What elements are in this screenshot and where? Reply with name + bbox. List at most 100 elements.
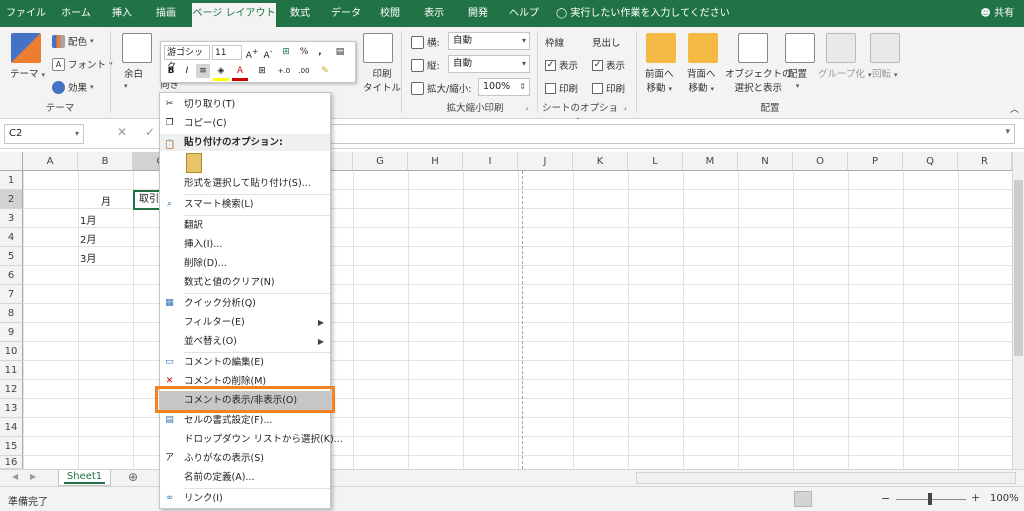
enter-icon[interactable]: ✓ <box>142 125 158 143</box>
row-header-3[interactable]: 3 <box>0 209 23 228</box>
select-all-corner[interactable] <box>0 152 23 171</box>
mini-font-size[interactable]: 11 <box>212 45 242 60</box>
width-dropdown[interactable]: 自動 ▾ <box>448 32 530 50</box>
tab-help[interactable]: ヘルプ <box>504 0 544 27</box>
vertical-scroll-thumb[interactable] <box>1014 180 1023 356</box>
page-layout-view-icon[interactable] <box>822 491 840 507</box>
menu-show-phonetic[interactable]: アふりがなの表示(S) <box>160 449 330 468</box>
merge-icon[interactable]: ▤ <box>329 45 351 59</box>
row-header-5[interactable]: 5 <box>0 247 23 266</box>
menu-quick-analysis[interactable]: ▦ クイック分析(Q) <box>160 294 330 313</box>
row-header-4[interactable]: 4 <box>0 228 23 247</box>
col-header-q[interactable]: Q <box>903 152 958 171</box>
row-header-9[interactable]: 9 <box>0 323 23 342</box>
menu-delete[interactable]: 削除(D)... <box>160 254 330 273</box>
margins-button[interactable]: 余白 ▾ <box>124 66 143 91</box>
zoom-in-icon[interactable]: + <box>971 491 980 504</box>
row-header-14[interactable]: 14 <box>0 418 23 437</box>
percent-icon[interactable]: % <box>297 45 311 59</box>
menu-paste-special[interactable]: 形式を選択して貼り付け(S)... <box>160 174 330 193</box>
menu-clear-contents[interactable]: 数式と値のクリア(N) <box>160 273 330 292</box>
fill-color-icon[interactable]: ◈ <box>213 64 229 81</box>
decrease-font-icon[interactable]: A- <box>261 45 275 63</box>
menu-translate[interactable]: 翻訳 <box>160 216 330 235</box>
print-titles-icon[interactable] <box>363 33 393 63</box>
tab-draw[interactable]: 描画 <box>148 0 184 27</box>
selection-pane-button[interactable]: オブジェクトの 選択と表示 <box>725 66 792 94</box>
increase-decimal-icon[interactable]: +.0 <box>275 64 293 78</box>
cell-b4[interactable]: 2月 <box>80 231 96 246</box>
cell-b5[interactable]: 3月 <box>80 250 96 265</box>
cancel-icon[interactable]: ✕ <box>114 125 130 143</box>
align-center-icon[interactable]: ≡ <box>196 64 210 78</box>
mini-font-name[interactable]: 游ゴシック <box>164 45 210 72</box>
selection-pane-icon[interactable] <box>738 33 768 63</box>
effects-button[interactable]: 効果 ▾ <box>52 80 94 94</box>
row-header-7[interactable]: 7 <box>0 285 23 304</box>
row-header-6[interactable]: 6 <box>0 266 23 285</box>
zoom-percentage[interactable]: 100% <box>990 493 1019 504</box>
collapse-ribbon-icon[interactable]: ︿ <box>1010 102 1019 115</box>
margins-icon[interactable] <box>122 33 152 63</box>
row-header-13[interactable]: 13 <box>0 399 23 418</box>
row-header-16[interactable]: 16 <box>0 456 23 469</box>
row-header-10[interactable]: 10 <box>0 342 23 361</box>
font-color-icon[interactable]: A <box>232 64 248 81</box>
row-header-11[interactable]: 11 <box>0 361 23 380</box>
menu-cut[interactable]: ✂ 切り取り(T) <box>160 95 330 114</box>
comma-style-icon[interactable]: , <box>313 45 327 59</box>
themes-button[interactable]: テーマ ▾ <box>10 66 45 80</box>
col-header-i[interactable]: I <box>463 152 518 171</box>
page-break-view-icon[interactable] <box>850 491 868 507</box>
bring-forward-button[interactable]: 前面へ 移動 ▾ <box>645 66 674 94</box>
menu-edit-comment[interactable]: ▭ コメントの編集(E) <box>160 353 330 372</box>
col-header-l[interactable]: L <box>628 152 683 171</box>
scale-dialog-launcher[interactable]: ⌟ <box>525 102 529 111</box>
align-button[interactable]: 配置 ▾ <box>788 66 807 91</box>
send-backward-button[interactable]: 背面へ 移動 ▾ <box>687 66 716 94</box>
tab-review[interactable]: 校閲 <box>372 0 408 27</box>
tab-formulas[interactable]: 数式 <box>282 0 318 27</box>
tab-file[interactable]: ファイル <box>4 0 48 27</box>
scale-spinner[interactable]: 100% ⇕ <box>478 78 530 96</box>
col-header-h[interactable]: H <box>408 152 463 171</box>
height-dropdown[interactable]: 自動 ▾ <box>448 55 530 73</box>
tell-me-search[interactable]: ◯ 実行したい作業を入力してください <box>556 0 730 27</box>
tab-home[interactable]: ホーム <box>56 0 96 27</box>
menu-link[interactable]: ∞ リンク(I) <box>160 489 330 508</box>
cell-b2[interactable]: 月 <box>101 193 111 208</box>
fonts-button[interactable]: Aフォント▾ <box>52 57 113 71</box>
normal-view-icon[interactable] <box>794 491 812 507</box>
tab-developer[interactable]: 開発 <box>460 0 496 27</box>
col-header-j[interactable]: J <box>518 152 573 171</box>
col-header-k[interactable]: K <box>573 152 628 171</box>
tab-page-layout[interactable]: ページ レイアウト <box>192 3 276 27</box>
gridlines-view-checkbox[interactable]: ✓ 表示 <box>545 58 578 72</box>
col-header-a[interactable]: A <box>23 152 78 171</box>
row-header-1[interactable]: 1 <box>0 171 23 190</box>
zoom-slider-thumb[interactable] <box>928 493 932 505</box>
horizontal-scrollbar[interactable] <box>636 472 1016 484</box>
italic-icon[interactable]: I <box>180 64 194 78</box>
bring-forward-icon[interactable] <box>646 33 676 63</box>
row-header-12[interactable]: 12 <box>0 380 23 399</box>
menu-format-cells[interactable]: ▤ セルの書式設定(F)... <box>160 411 330 430</box>
print-titles-button[interactable]: 印刷 タイトル <box>363 66 401 94</box>
name-box[interactable]: C2 ▾ <box>4 124 84 144</box>
prev-sheet-icon[interactable]: ◀ <box>12 472 18 481</box>
themes-icon[interactable] <box>11 33 41 63</box>
add-sheet-icon[interactable]: ⊕ <box>128 470 138 484</box>
col-header-g[interactable]: G <box>353 152 408 171</box>
col-header-m[interactable]: M <box>683 152 738 171</box>
tab-view[interactable]: 表示 <box>416 0 452 27</box>
paste-icon[interactable] <box>186 153 202 173</box>
col-header-b[interactable]: B <box>78 152 133 171</box>
gridlines-print-checkbox[interactable]: 印刷 <box>545 81 578 95</box>
borders-icon[interactable]: ⊞ <box>253 64 271 78</box>
next-sheet-icon[interactable]: ▶ <box>30 472 36 481</box>
cell-b3[interactable]: 1月 <box>80 212 96 227</box>
colors-button[interactable]: 配色 ▾ <box>52 34 94 48</box>
sheet-options-dialog-launcher[interactable]: ⌟ <box>623 102 627 111</box>
menu-insert[interactable]: 挿入(I)... <box>160 235 330 254</box>
tab-data[interactable]: データ <box>326 0 366 27</box>
